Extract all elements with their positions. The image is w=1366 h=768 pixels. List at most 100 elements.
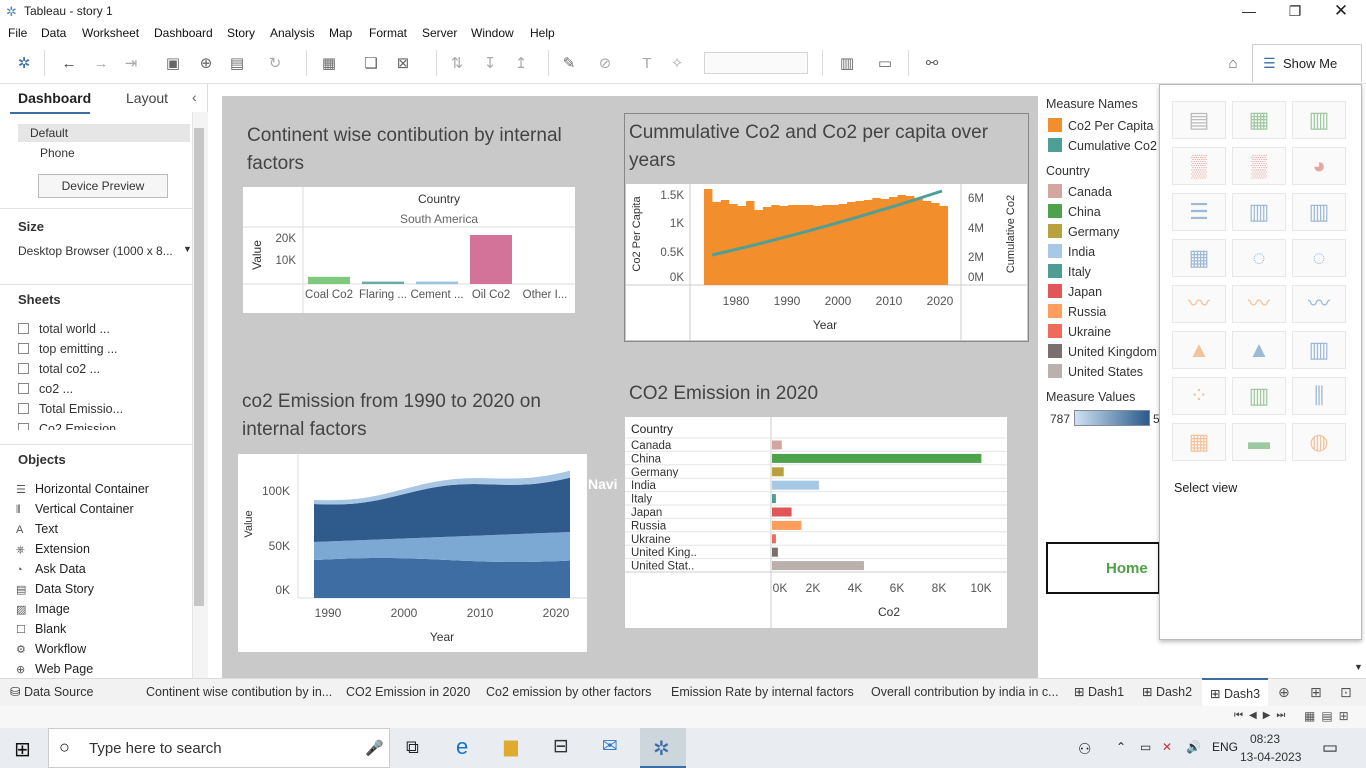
tab-sheet[interactable]: Co2 emission by other factors	[478, 678, 659, 706]
legend-item[interactable]: Ukraine	[1048, 324, 1111, 339]
bar[interactable]	[772, 534, 776, 544]
highlight-icon[interactable]: ✎	[558, 54, 580, 74]
bar[interactable]	[772, 453, 982, 463]
legend-item[interactable]: Canada	[1048, 184, 1112, 199]
bar[interactable]	[772, 440, 782, 450]
menu-help[interactable]: Help	[530, 26, 555, 40]
bar[interactable]	[772, 467, 784, 477]
legend-item[interactable]: United Kingdom	[1048, 344, 1157, 359]
new-data-source-icon[interactable]: ⊕	[195, 54, 217, 74]
menu-server[interactable]: Server	[422, 26, 457, 40]
sheet-item[interactable]: Co2 Emission...	[18, 422, 127, 430]
notifications-icon[interactable]: ▭	[1322, 738, 1338, 758]
bar[interactable]	[416, 281, 458, 284]
microphone-icon[interactable]: 🎤	[365, 739, 384, 757]
panel4-chart-area[interactable]: Country Canada China Germany India Italy Japa…	[625, 417, 1007, 628]
object-horizontal-container[interactable]: ☰ Horizontal Container	[16, 482, 149, 496]
tab-dash3[interactable]: ⊞ Dash3	[1202, 678, 1269, 706]
chart-type-thumbnail[interactable]: ▲	[1232, 331, 1286, 369]
bar[interactable]	[772, 520, 802, 530]
bar[interactable]	[772, 494, 776, 504]
chart-type-thumbnail[interactable]: ▤	[1172, 101, 1226, 139]
panel2-chart[interactable]: Co2 Per Capita Cumulative Co2 1.5K 1K 0.…	[626, 184, 1027, 340]
clock-time[interactable]: 08:23	[1250, 732, 1280, 746]
chart-type-thumbnail[interactable]: 〰	[1292, 285, 1346, 323]
tab-dashboard[interactable]: Dashboard	[18, 90, 91, 106]
new-worksheet-icon[interactable]: ▦	[318, 54, 340, 74]
menu-file[interactable]: File	[8, 26, 27, 40]
legend-item[interactable]: Cumulative Co2	[1048, 138, 1157, 153]
object-workflow[interactable]: ⚙ Workflow	[16, 642, 86, 656]
refresh-icon[interactable]: ↻	[264, 54, 286, 74]
chevron-down-icon[interactable]: ▼	[183, 244, 192, 254]
clear-sheet-icon[interactable]: ⊠	[392, 54, 414, 74]
file-explorer-icon[interactable]: ▆	[504, 736, 518, 757]
menu-dashboard[interactable]: Dashboard	[154, 26, 213, 40]
menu-window[interactable]: Window	[471, 26, 514, 40]
legend-item[interactable]: Japan	[1048, 284, 1102, 299]
show-me-button[interactable]: ☰ Show Me	[1252, 44, 1362, 82]
edge-icon[interactable]: e	[456, 734, 468, 760]
chart-type-thumbnail[interactable]: ▥	[1292, 193, 1346, 231]
new-story-tab-icon[interactable]: ⊡	[1340, 684, 1352, 701]
view-mode-icons[interactable]: ▦▤⊞	[1304, 709, 1355, 723]
redo-icon[interactable]: →	[90, 54, 112, 74]
tab-sheet[interactable]: Emission Rate by internal factors	[663, 678, 862, 706]
show-cards-icon[interactable]: ▥	[836, 54, 858, 74]
close-button[interactable]: ✕	[1318, 0, 1364, 24]
menu-format[interactable]: Format	[369, 26, 407, 40]
volume-icon[interactable]: 🔊	[1186, 740, 1201, 754]
legend-item[interactable]: Russia	[1048, 304, 1106, 319]
tab-dash1[interactable]: ⊞ Dash1	[1066, 678, 1132, 706]
chart-type-thumbnail[interactable]: ◌	[1232, 239, 1286, 277]
tab-layout[interactable]: Layout	[126, 90, 168, 106]
chart-type-thumbnail[interactable]: ☰	[1172, 193, 1226, 231]
group-icon[interactable]: ⊘	[594, 54, 616, 74]
bar[interactable]	[772, 507, 792, 517]
undo-icon[interactable]: ←	[58, 54, 80, 74]
bar[interactable]	[772, 547, 778, 557]
chart-type-thumbnail[interactable]: ⁘	[1172, 377, 1226, 415]
bar[interactable]	[772, 561, 864, 571]
legend-item[interactable]: Germany	[1048, 224, 1119, 239]
task-view-icon[interactable]: ⧉	[406, 737, 419, 758]
chart-type-thumbnail[interactable]: 〰	[1172, 285, 1226, 323]
chart-type-thumbnail[interactable]: ▥	[1232, 193, 1286, 231]
tab-dash2[interactable]: ⊞ Dash2	[1134, 678, 1200, 706]
chart-type-thumbnail[interactable]: ▲	[1172, 331, 1226, 369]
object-data-story[interactable]: ▤ Data Story	[16, 582, 94, 596]
chart-type-thumbnail[interactable]: ▦	[1172, 239, 1226, 277]
panel3-chart-area[interactable]: Value 100K 50K 0K 1990 2000 2010 2020 Ye…	[238, 454, 587, 652]
pause-updates-icon[interactable]: ▤	[226, 54, 248, 74]
co2-per-capita-area[interactable]	[704, 189, 948, 285]
menu-worksheet[interactable]: Worksheet	[82, 26, 139, 40]
left-scrollbar-thumb[interactable]	[194, 128, 204, 606]
scroll-down-icon[interactable]: ▼	[1354, 662, 1363, 672]
tab-sheet[interactable]: Continent wise contibution by in...	[138, 678, 340, 706]
pin-icon[interactable]: ✧	[666, 54, 688, 74]
minimize-button[interactable]: —	[1226, 0, 1272, 24]
save-icon[interactable]: ▣	[162, 54, 184, 74]
menu-story[interactable]: Story	[227, 26, 255, 40]
tab-sheet[interactable]: Overall contribution by india in c...	[863, 678, 1067, 706]
size-dropdown[interactable]: Desktop Browser (1000 x 8...	[18, 244, 173, 258]
menu-analysis[interactable]: Analysis	[270, 26, 315, 40]
legend-item[interactable]: India	[1048, 244, 1095, 259]
sheet-item[interactable]: total co2 ...	[18, 362, 100, 376]
stack-layer-1[interactable]	[314, 558, 570, 598]
store-icon[interactable]: ⊟	[553, 735, 569, 758]
replay-icon[interactable]: ⇥	[120, 54, 142, 74]
label-icon[interactable]: T	[636, 54, 658, 74]
legend-item[interactable]: United States	[1048, 364, 1143, 379]
share-icon[interactable]: ⚯	[921, 54, 943, 74]
object-ask-data[interactable]: ◔ Ask Data	[16, 562, 86, 576]
chart-type-thumbnail[interactable]: ▦	[1232, 101, 1286, 139]
device-default[interactable]: Default	[30, 126, 68, 140]
mail-icon[interactable]: ✉	[602, 735, 618, 758]
sheet-item[interactable]: co2 ...	[18, 382, 73, 396]
chart-type-thumbnail[interactable]: ▒	[1232, 147, 1286, 185]
format-painter-icon[interactable]: ⌂	[1222, 54, 1244, 74]
chevron-up-icon[interactable]: ⌃	[1116, 740, 1126, 754]
language-indicator[interactable]: ENG	[1212, 740, 1238, 754]
tab-navigation-arrows[interactable]: ⏮◀▶⏭	[1234, 710, 1291, 721]
